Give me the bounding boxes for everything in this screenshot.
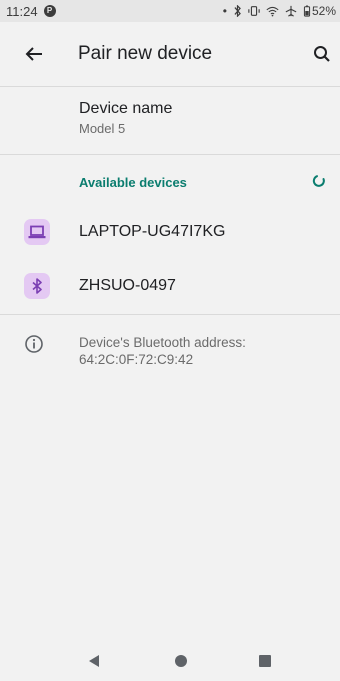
airplane-icon [285, 5, 297, 17]
home-circle-icon [175, 655, 187, 667]
device-name-item[interactable]: Device name Model 5 [79, 100, 172, 136]
info-icon [25, 335, 43, 353]
notification-icon: P [43, 5, 56, 17]
battery-icon [303, 5, 311, 17]
back-button[interactable] [22, 42, 46, 66]
status-time: 11:24 [6, 3, 38, 19]
search-icon [314, 46, 330, 62]
device-name-label: Device name [79, 100, 173, 117]
wifi-icon [266, 6, 279, 16]
bluetooth-address-value: 64:2C:0F:72:C9:42 [79, 352, 194, 367]
arrow-back-icon [25, 47, 42, 61]
device-name-laptop: LAPTOP-UG47I7KG [79, 223, 226, 240]
app-bar-divider [0, 86, 340, 87]
app-bar: Pair new device [0, 22, 340, 86]
available-device-laptop[interactable]: LAPTOP-UG47I7KG [0, 205, 340, 259]
nav-back-button[interactable] [82, 649, 106, 673]
battery-level: 52% [311, 4, 336, 18]
device-name-divider [0, 154, 340, 155]
bluetooth-address: Device's Bluetooth address: 64:2C:0F:72:… [79, 334, 246, 368]
bluetooth-icon-container [24, 273, 50, 299]
bluetooth-address-label: Device's Bluetooth address: [79, 335, 246, 350]
back-triangle-icon [89, 655, 99, 667]
devices-divider [0, 314, 340, 315]
search-button[interactable] [310, 42, 334, 66]
available-devices-header: Available devices [79, 175, 187, 190]
laptop-icon-container [24, 219, 50, 245]
status-bar: 11:24 P • 52% [0, 0, 340, 22]
bluetooth-icon [32, 278, 42, 294]
bluetooth-status-icon [234, 5, 241, 17]
recents-square-icon [259, 655, 271, 667]
vibrate-icon [248, 6, 260, 16]
loading-spinner-icon [312, 175, 325, 187]
nav-home-button[interactable] [169, 649, 193, 673]
battery-group: 52% [303, 4, 336, 18]
available-device-zhsuo[interactable]: ZHSUO-0497 [0, 259, 340, 313]
laptop-icon [28, 225, 46, 239]
dot-icon: • [222, 4, 227, 18]
nav-recents-button[interactable] [253, 649, 277, 673]
device-name-zhsuo: ZHSUO-0497 [79, 277, 176, 294]
status-icons: • 52% [223, 4, 336, 18]
navigation-bar [0, 641, 340, 681]
device-name-value: Model 5 [79, 121, 126, 136]
page-title: Pair new device [78, 43, 213, 64]
